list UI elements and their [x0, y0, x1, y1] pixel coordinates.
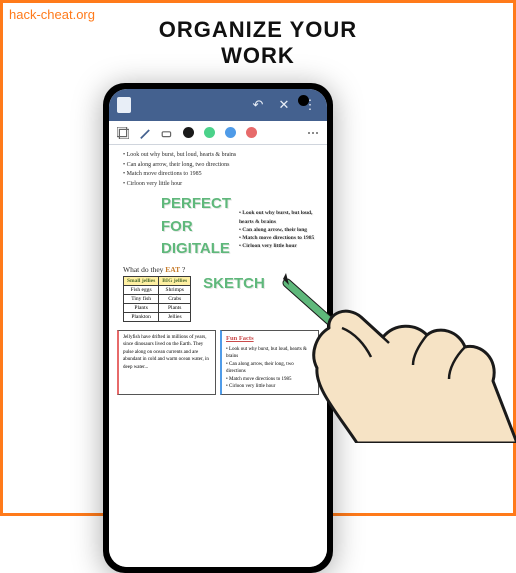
panel-line: • Can along arrow, their long, two direc…: [226, 361, 314, 376]
drawing-canvas[interactable]: • Look out why burst, but loud, hearts &…: [109, 145, 327, 567]
document-icon[interactable]: [117, 97, 131, 113]
app-topbar: ↶ ✕ ⋮: [109, 89, 327, 121]
table-cell: Plants: [159, 303, 191, 312]
more-tools-icon[interactable]: [307, 127, 319, 139]
note-line: • Can along arrow, their long: [239, 226, 319, 234]
layers-icon[interactable]: [117, 127, 129, 139]
note-line: • Cirloon very little hour: [123, 180, 317, 190]
eraser-icon[interactable]: [161, 127, 173, 139]
table-cell: Jellies: [159, 312, 191, 321]
table-cell: Tiny fish: [124, 294, 159, 303]
undo-icon[interactable]: ↶: [249, 96, 267, 114]
sketch-word: SKETCH: [197, 265, 265, 322]
table-block: What do they EAT ? Small jelliesBIG jell…: [109, 261, 327, 322]
phone-screen: ↶ ✕ ⋮ • Look out why bur: [109, 89, 327, 567]
table-header: Small jellies: [124, 276, 159, 285]
tool-toolbar: [109, 121, 327, 145]
table-cell: Plankton: [124, 312, 159, 321]
phone-frame: ↶ ✕ ⋮ • Look out why bur: [103, 83, 333, 573]
color-swatch-blue[interactable]: [225, 127, 236, 138]
panel-body: Jellyfish have drifted in millions of ye…: [123, 334, 211, 372]
info-panel-right: Fun Facts • Look out why burst, but loud…: [220, 330, 319, 395]
headline: ORGANIZE YOUR WORK: [3, 17, 513, 70]
panel-line: • Match move directions to 1985: [226, 376, 314, 384]
bottom-sections: Jellyfish have drifted in millions of ye…: [109, 322, 327, 395]
panel-title: Fun Facts: [226, 334, 314, 344]
note-line: • Look out why burst, but loud, hearts &…: [239, 209, 319, 226]
note-line: • Cirloon very little hour: [239, 242, 319, 250]
note-line: • Match move directions to 1985: [123, 170, 317, 180]
panel-line: • Look out why burst, but loud, hearts &…: [226, 346, 314, 361]
color-swatch-black[interactable]: [183, 127, 194, 138]
color-swatch-green[interactable]: [204, 127, 215, 138]
watermark-text: hack-cheat.org: [9, 7, 95, 22]
info-panel-left: Jellyfish have drifted in millions of ye…: [117, 330, 216, 395]
table-cell: Fish eggs: [124, 285, 159, 294]
camera-cutout: [298, 95, 309, 106]
table-question: What do they EAT ?: [123, 265, 191, 274]
table-header: BIG jellies: [159, 276, 191, 285]
pen-icon[interactable]: [139, 127, 151, 139]
close-icon[interactable]: ✕: [275, 96, 293, 114]
hero-side-notes: • Look out why burst, but loud, hearts &…: [239, 209, 319, 250]
note-line: • Look out why burst, but loud, hearts &…: [123, 151, 317, 161]
note-line: • Match move directions to 1985: [239, 234, 319, 242]
top-notes: • Look out why burst, but loud, hearts &…: [109, 145, 327, 193]
table-cell: Plants: [124, 303, 159, 312]
note-line: • Can along arrow, their long, two direc…: [123, 161, 317, 171]
diet-table: Small jelliesBIG jellies Fish eggsShrimp…: [123, 276, 191, 322]
headline-line-2: WORK: [3, 43, 513, 69]
table-cell: Crabs: [159, 294, 191, 303]
hero-text: PERFECT FOR DIGITALE • Look out why burs…: [109, 193, 327, 261]
table-cell: Shrimps: [159, 285, 191, 294]
panel-line: • Cirloon very little hour: [226, 383, 314, 391]
color-swatch-red[interactable]: [246, 127, 257, 138]
